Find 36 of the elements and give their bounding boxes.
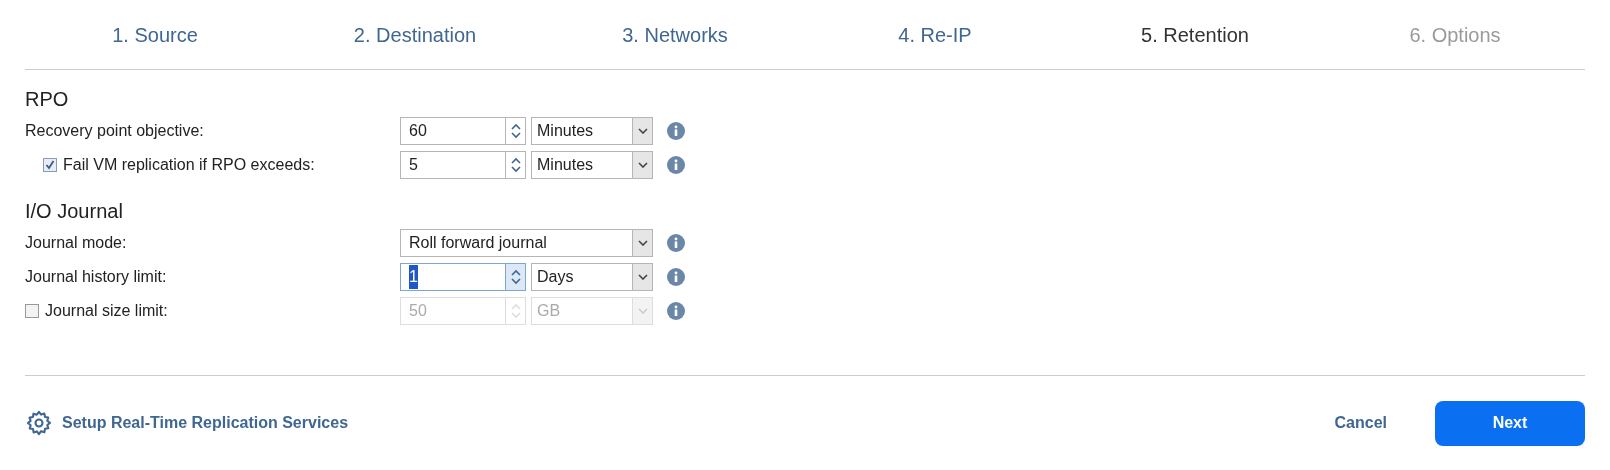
setup-link[interactable]: Setup Real-Time Replication Services (25, 409, 349, 437)
wizard-step[interactable]: 2. Destination (353, 19, 477, 50)
caret-icon (637, 240, 648, 246)
info-icon[interactable] (667, 122, 685, 140)
unit-dropdown[interactable]: Minutes (531, 151, 653, 179)
caret-icon (637, 162, 648, 168)
wizard-step: 6. Options (1409, 19, 1501, 50)
field-label: Journal history limit: (25, 267, 167, 287)
unit-dropdown[interactable]: Days (531, 263, 653, 291)
wizard-step[interactable]: 1. Source (112, 19, 198, 50)
unit-dropdown[interactable]: Minutes (531, 117, 653, 145)
settings-icon (25, 409, 53, 437)
field-label: Fail VM replication if RPO exceeds: (63, 155, 315, 175)
info-icon[interactable] (667, 156, 685, 174)
checkbox[interactable] (43, 158, 57, 172)
mode-dropdown[interactable]: Roll forward journal (400, 229, 653, 257)
wizard-step[interactable]: 5. Retention (1141, 19, 1249, 50)
spinner-buttons[interactable] (505, 264, 525, 290)
next-button[interactable]: Next (1435, 400, 1585, 446)
section-heading: I/O Journal (25, 199, 124, 224)
info-icon[interactable] (667, 268, 685, 286)
caret-icon (637, 308, 648, 314)
info-icon[interactable] (667, 234, 685, 252)
cancel-button[interactable]: Cancel (1316, 411, 1405, 435)
wizard-step[interactable]: 3. Networks (622, 19, 728, 50)
caret-icon (637, 128, 648, 134)
field-label: Journal size limit: (45, 301, 168, 321)
field-label: Recovery point objective: (25, 121, 204, 141)
number-field[interactable]: 5 (400, 151, 526, 179)
number-field[interactable]: 60 (400, 117, 526, 145)
number-field[interactable]: 1 (400, 263, 526, 291)
wizard-step[interactable]: 4. Re-IP (898, 19, 972, 50)
info-icon[interactable] (667, 302, 685, 320)
section-heading: RPO (25, 87, 70, 112)
caret-icon (637, 274, 648, 280)
field-label: Journal mode: (25, 233, 127, 253)
